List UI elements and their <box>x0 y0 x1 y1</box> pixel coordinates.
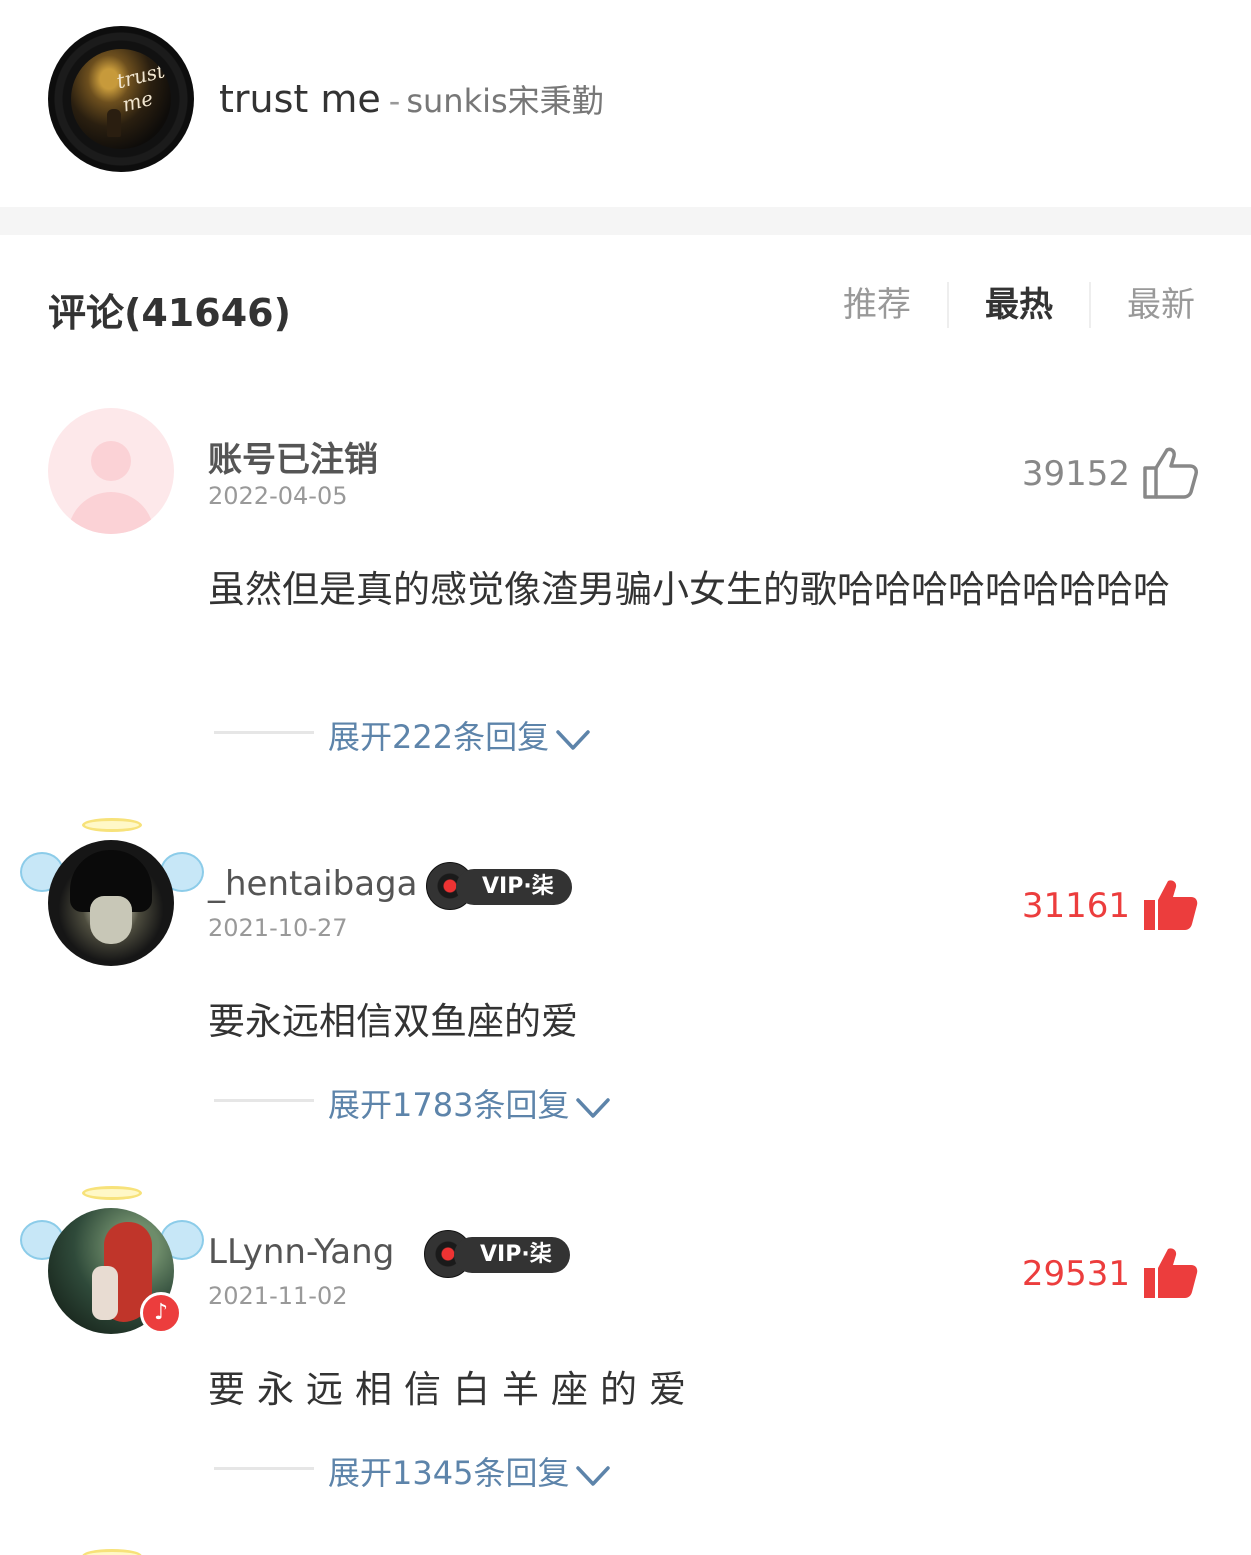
expand-replies-link[interactable]: 展开222条回复 <box>328 712 591 758</box>
thumbs-up-filled-icon[interactable] <box>1141 1246 1199 1300</box>
album-cover-text: trust me <box>113 58 168 117</box>
section-divider <box>0 207 1251 235</box>
vip-badge[interactable]: VIP·柒 <box>426 862 572 910</box>
expand-replies-link[interactable]: 展开1783条回复 <box>328 1080 611 1126</box>
expand-replies-link[interactable]: 展开1345条回复 <box>328 1448 611 1494</box>
like-count: 31161 <box>1021 886 1130 926</box>
chevron-down-icon <box>556 730 590 750</box>
default-user-icon[interactable] <box>48 408 174 534</box>
artist-name[interactable]: sunkis宋秉勤 <box>406 82 603 120</box>
thumbs-up-outline-icon[interactable] <box>1141 446 1199 500</box>
reply-divider <box>214 1467 314 1470</box>
avatar-body <box>68 492 154 534</box>
tab-hottest[interactable]: 最热 <box>949 282 1089 328</box>
music-note-icon: ♪ <box>140 1292 182 1334</box>
chevron-down-icon <box>576 1466 611 1486</box>
halo-icon <box>82 1549 142 1555</box>
username[interactable]: LLynn-Yang <box>208 1232 394 1272</box>
comment-text: 虽然但是真的感觉像渣男骗小女生的歌哈哈哈哈哈哈哈哈哈 <box>208 568 1170 611</box>
comment-text: 要永远相信双鱼座的爱 <box>208 1000 578 1043</box>
avatar-head <box>91 441 131 481</box>
avatar-figure <box>92 1266 118 1320</box>
expand-replies-label: 展开1345条回复 <box>328 1454 570 1492</box>
like-count: 39152 <box>1021 454 1130 494</box>
comment-text: 要永远相信白羊座的爱 <box>208 1368 698 1411</box>
thumbs-up-filled-icon[interactable] <box>1141 878 1199 932</box>
comment-date: 2021-11-02 <box>208 1282 348 1310</box>
username[interactable]: 账号已注销 <box>208 432 378 481</box>
song-info: trust me - sunkis宋秉勤 <box>219 76 604 122</box>
comment-date: 2021-10-27 <box>208 914 348 942</box>
album-cover-figure <box>107 109 121 137</box>
halo-icon <box>82 818 142 832</box>
vip-badge[interactable]: VIP·柒 <box>424 1230 570 1278</box>
user-avatar[interactable] <box>48 840 174 966</box>
username[interactable]: _hentaibaga <box>208 864 417 904</box>
expand-replies-label: 展开1783条回复 <box>328 1086 570 1124</box>
vip-level: VIP·柒 <box>456 869 572 905</box>
song-title: trust me <box>219 77 381 121</box>
avatar-wrap[interactable]: ♪ <box>20 1180 210 1334</box>
comment-date: 2022-04-05 <box>208 482 348 510</box>
avatar-wrap[interactable] <box>20 812 210 966</box>
vip-level: VIP·柒 <box>454 1237 570 1273</box>
comments-count-title: 评论(41646) <box>48 291 291 335</box>
like-count: 29531 <box>1021 1254 1130 1294</box>
reply-divider <box>214 1099 314 1102</box>
album-cover: trust me <box>71 49 171 149</box>
avatar-face <box>90 896 132 944</box>
chevron-down-icon <box>576 1098 611 1118</box>
song-header[interactable]: trust me trust me - sunkis宋秉勤 <box>0 0 1251 207</box>
sort-tabs: 推荐 最热 最新 <box>807 282 1195 328</box>
reply-divider <box>214 731 314 734</box>
title-separator: - <box>388 82 401 120</box>
expand-replies-label: 展开222条回复 <box>328 718 550 756</box>
tab-recommended[interactable]: 推荐 <box>807 282 947 328</box>
avatar-wrap[interactable] <box>20 408 210 558</box>
tab-newest[interactable]: 最新 <box>1091 282 1195 328</box>
halo-icon <box>82 1186 142 1200</box>
